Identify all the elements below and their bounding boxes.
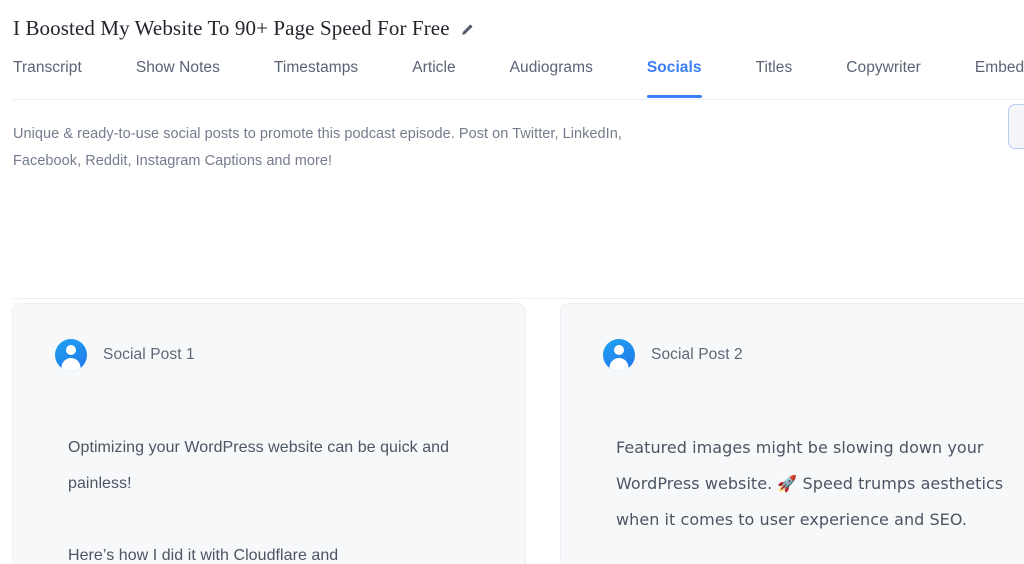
episode-title-row: I Boosted My Website To 90+ Page Speed F… <box>0 0 1024 44</box>
tab-label: Titles <box>755 59 793 76</box>
tab-show-notes[interactable]: Show Notes <box>109 52 247 76</box>
tab-audiograms[interactable]: Audiograms <box>483 52 620 76</box>
social-post-header: Social Post 2 <box>561 339 1024 371</box>
page-title: I Boosted My Website To 90+ Page Speed F… <box>13 15 450 40</box>
tab-titles[interactable]: Titles <box>729 52 820 76</box>
active-tab-indicator <box>646 94 702 98</box>
tab-embed[interactable]: Embed <box>948 52 1024 76</box>
tab-list: Transcript Show Notes Timestamps Article… <box>0 52 1024 100</box>
section-description: Unique & ready-to-use social posts to pr… <box>13 126 622 169</box>
tab-bar: Transcript Show Notes Timestamps Article… <box>0 52 1024 100</box>
tab-label: Show Notes <box>135 59 220 76</box>
tab-label: Article <box>412 59 456 76</box>
tab-label: Transcript <box>13 59 82 76</box>
tab-article[interactable]: Article <box>385 52 482 76</box>
tab-timestamps[interactable]: Timestamps <box>247 52 385 76</box>
socials-page: I Boosted My Website To 90+ Page Speed F… <box>0 0 1024 564</box>
social-post-body: Optimizing your WordPress website can be… <box>13 371 525 564</box>
pencil-icon[interactable] <box>459 20 477 38</box>
post-paragraph: Optimizing your WordPress website can be… <box>68 439 450 492</box>
tab-copywriter[interactable]: Copywriter <box>819 52 948 76</box>
tab-label: Embed <box>974 59 1024 76</box>
social-post-header: Social Post 1 <box>13 339 525 371</box>
side-action-panel[interactable] <box>1008 104 1024 149</box>
social-post-body: Featured images might be slowing down yo… <box>561 371 1024 538</box>
post-paragraph: Featured images might be slowing down yo… <box>616 438 1004 529</box>
tab-label: Copywriter <box>846 59 921 76</box>
tab-transcript[interactable]: Transcript <box>13 52 109 76</box>
social-post-card[interactable]: Social Post 2 Featured images might be s… <box>560 303 1024 564</box>
social-post-title: Social Post 2 <box>651 346 743 363</box>
tab-label: Audiograms <box>509 59 593 76</box>
social-post-title: Social Post 1 <box>103 346 195 363</box>
description-zone: Unique & ready-to-use social posts to pr… <box>0 100 1024 299</box>
social-post-card[interactable]: Social Post 1 Optimizing your WordPress … <box>12 303 526 564</box>
tab-label: Timestamps <box>273 59 359 76</box>
user-avatar-icon <box>603 339 635 371</box>
social-post-list: Social Post 1 Optimizing your WordPress … <box>12 303 1024 564</box>
description-divider <box>13 298 1024 299</box>
post-paragraph: Here’s how I did it with Cloudflare and <box>68 547 339 564</box>
user-avatar-icon <box>55 339 87 371</box>
tab-label: Socials <box>646 59 702 76</box>
tab-socials[interactable]: Socials <box>620 52 729 98</box>
